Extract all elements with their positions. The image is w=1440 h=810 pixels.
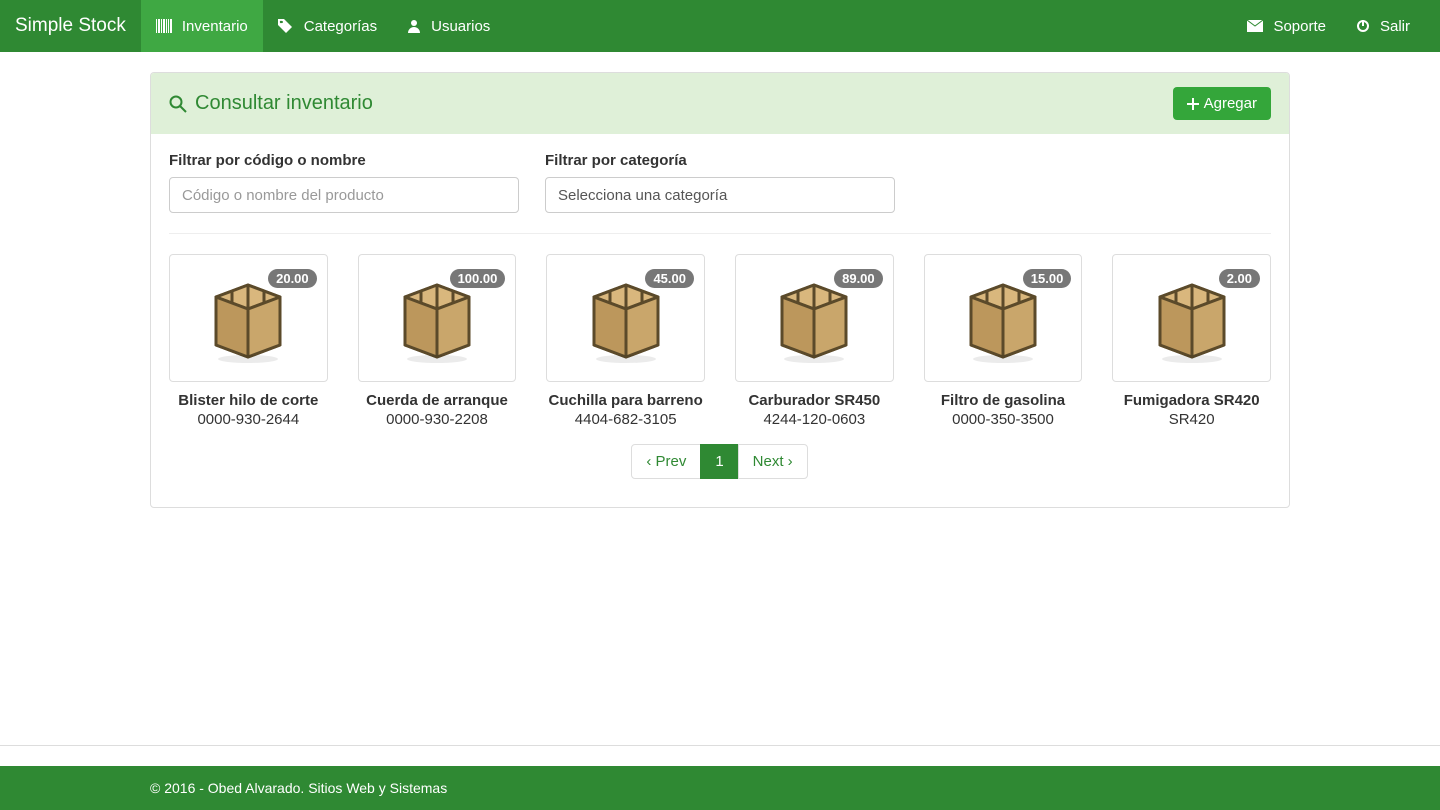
product-name: Fumigadora SR420 — [1112, 392, 1271, 409]
product-name: Carburador SR450 — [735, 392, 894, 409]
nav-usuarios[interactable]: Usuarios — [392, 0, 505, 52]
add-button-label: Agregar — [1204, 95, 1257, 112]
navbar: Simple Stock Inventario Categorías Usuar… — [0, 0, 1440, 52]
search-icon — [169, 95, 187, 113]
pagination: ‹ Prev 1 Next › — [169, 444, 1271, 479]
filter-code-label: Filtrar por código o nombre — [169, 152, 519, 169]
product-card[interactable]: 89.00 Carburador SR450 4244-120-0603 — [735, 254, 894, 428]
product-card[interactable]: 45.00 Cuchilla para barreno 4404-682-310… — [546, 254, 705, 428]
product-grid: 20.00 Blister hilo de corte 0000-930-264… — [169, 254, 1271, 428]
qty-badge: 45.00 — [645, 269, 694, 288]
product-name: Cuchilla para barreno — [546, 392, 705, 409]
footer-text: © 2016 - Obed Alvarado. Sitios Web y Sis… — [150, 780, 447, 796]
footer-divider — [0, 745, 1440, 746]
footer: © 2016 - Obed Alvarado. Sitios Web y Sis… — [0, 766, 1440, 810]
product-card[interactable]: 15.00 Filtro de gasolina 0000-350-3500 — [924, 254, 1083, 428]
product-name: Filtro de gasolina — [924, 392, 1083, 409]
product-code: 0000-930-2644 — [169, 411, 328, 428]
product-card[interactable]: 20.00 Blister hilo de corte 0000-930-264… — [169, 254, 328, 428]
nav-label: Usuarios — [431, 18, 490, 35]
product-thumb[interactable]: 15.00 — [924, 254, 1083, 382]
qty-badge: 89.00 — [834, 269, 883, 288]
nav-categorias[interactable]: Categorías — [263, 0, 392, 52]
product-thumb[interactable]: 100.00 — [358, 254, 517, 382]
product-thumb[interactable]: 20.00 — [169, 254, 328, 382]
page-current[interactable]: 1 — [700, 444, 738, 479]
product-thumb[interactable]: 2.00 — [1112, 254, 1271, 382]
nav-label: Categorías — [304, 18, 377, 35]
product-code: 4404-682-3105 — [546, 411, 705, 428]
product-code: 0000-350-3500 — [924, 411, 1083, 428]
barcode-icon — [156, 19, 177, 33]
inventory-panel: Consultar inventario Agregar Filtrar por… — [150, 72, 1290, 508]
panel-title: Consultar inventario — [169, 92, 373, 115]
filter-code-input[interactable] — [169, 177, 519, 213]
nav-label: Salir — [1380, 18, 1410, 35]
product-code: 0000-930-2208 — [358, 411, 517, 428]
qty-badge: 20.00 — [268, 269, 317, 288]
nav-label: Soporte — [1273, 18, 1326, 35]
divider — [169, 233, 1271, 234]
qty-badge: 100.00 — [450, 269, 506, 288]
product-thumb[interactable]: 89.00 — [735, 254, 894, 382]
envelope-icon — [1247, 20, 1268, 32]
nav-soporte[interactable]: Soporte — [1232, 0, 1341, 52]
user-icon — [407, 19, 426, 33]
qty-badge: 2.00 — [1219, 269, 1260, 288]
brand-link[interactable]: Simple Stock — [0, 0, 141, 52]
product-card[interactable]: 2.00 Fumigadora SR420 SR420 — [1112, 254, 1271, 428]
product-code: SR420 — [1112, 411, 1271, 428]
tags-icon — [278, 19, 299, 33]
product-thumb[interactable]: 45.00 — [546, 254, 705, 382]
panel-heading: Consultar inventario Agregar — [151, 73, 1289, 134]
page-prev[interactable]: ‹ Prev — [631, 444, 701, 479]
nav-salir[interactable]: Salir — [1341, 0, 1425, 52]
plus-icon — [1187, 98, 1199, 110]
product-card[interactable]: 100.00 Cuerda de arranque 0000-930-2208 — [358, 254, 517, 428]
product-name: Cuerda de arranque — [358, 392, 517, 409]
product-name: Blister hilo de corte — [169, 392, 328, 409]
nav-inventario[interactable]: Inventario — [141, 0, 263, 52]
nav-label: Inventario — [182, 18, 248, 35]
add-button[interactable]: Agregar — [1173, 87, 1271, 120]
product-code: 4244-120-0603 — [735, 411, 894, 428]
qty-badge: 15.00 — [1023, 269, 1072, 288]
power-icon — [1356, 19, 1375, 33]
filter-category-label: Filtrar por categoría — [545, 152, 895, 169]
filter-category-select[interactable]: Selecciona una categoría — [545, 177, 895, 213]
page-next[interactable]: Next › — [738, 444, 808, 479]
